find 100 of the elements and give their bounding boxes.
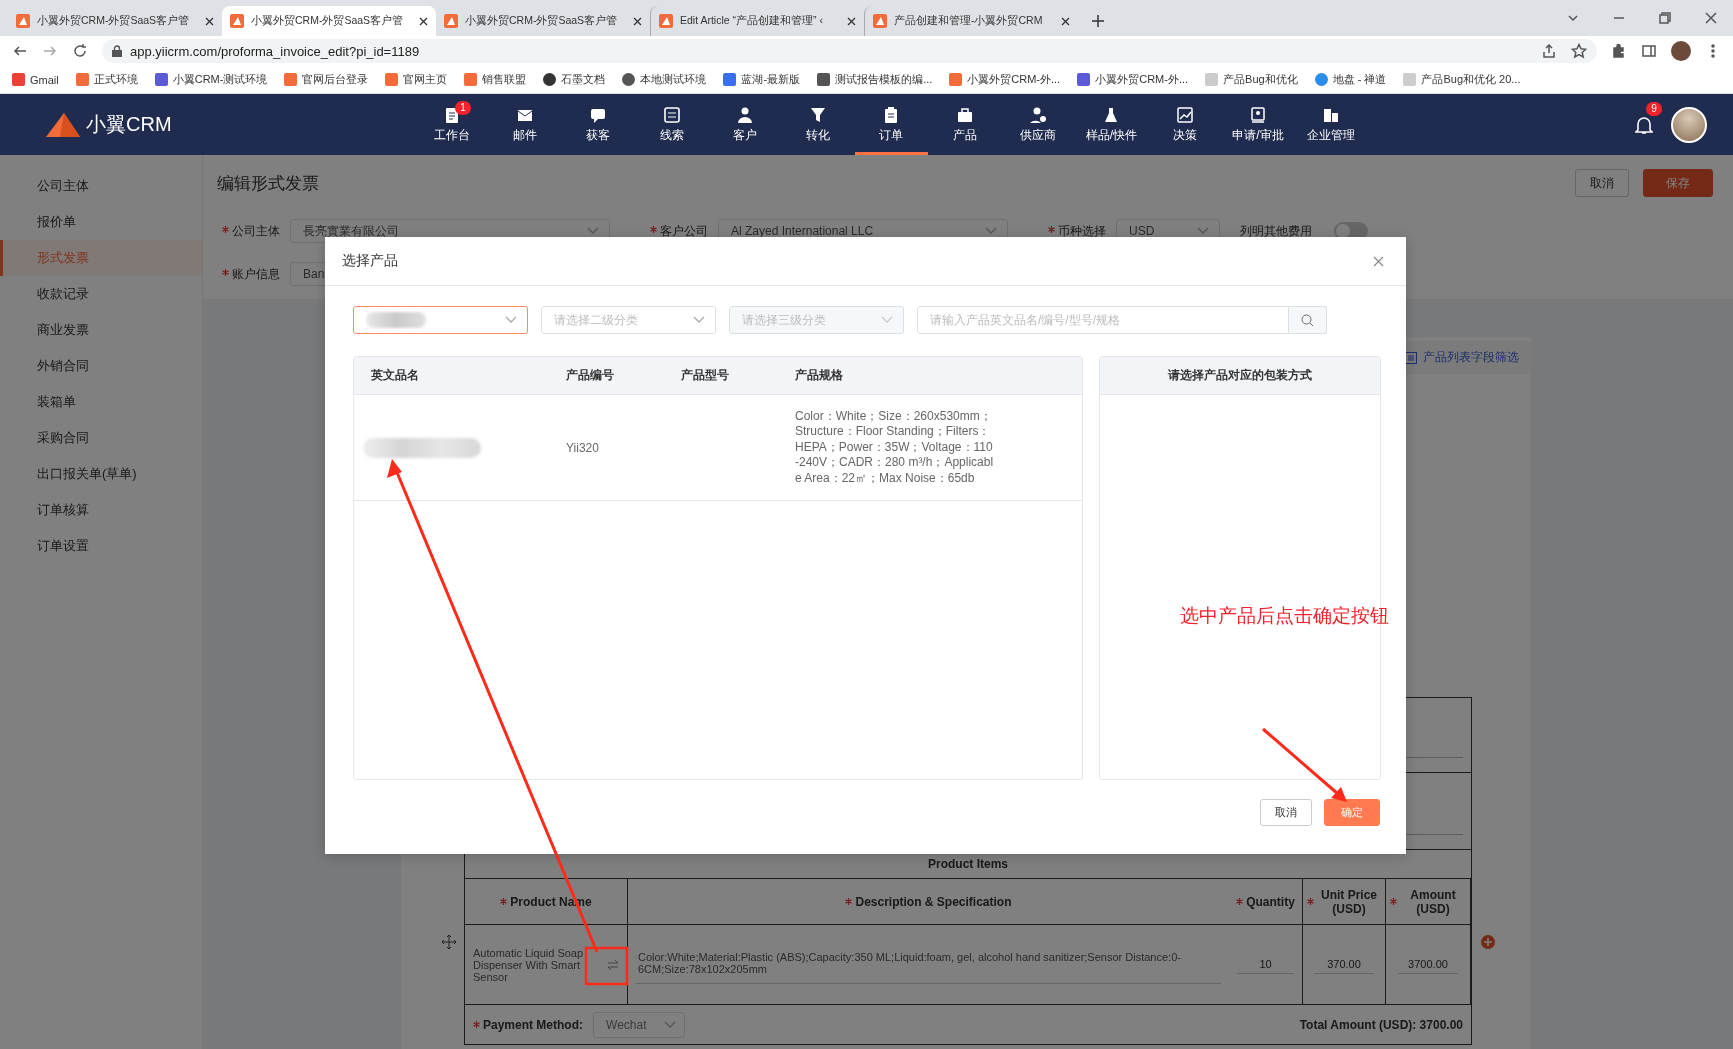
quantity-field[interactable]: 10 [1237, 955, 1294, 974]
sidebar-item[interactable]: 公司主体 [0, 168, 202, 204]
close-icon[interactable] [1061, 16, 1070, 26]
sidebar-item[interactable]: 商业发票 [0, 312, 202, 348]
search-button[interactable] [1289, 306, 1327, 334]
drag-handle-icon[interactable] [441, 935, 456, 949]
nav-tab[interactable]: 客户 [708, 94, 782, 155]
new-tab-icon[interactable] [1092, 15, 1104, 27]
close-icon[interactable] [205, 16, 214, 26]
bookmark-link[interactable]: 地盘 - 禅道 [1332, 72, 1387, 87]
column-header: 产品编号 [566, 367, 615, 384]
caret-icon [985, 227, 997, 235]
bookmark-link[interactable]: 小翼外贸CRM-外... [967, 72, 1061, 87]
amount-field[interactable]: 3700.00 [1398, 955, 1458, 974]
bookmark-link[interactable]: 小翼外贸CRM-外... [1095, 72, 1189, 87]
column-header: 英文品名 [370, 367, 420, 384]
search-icon [1301, 313, 1314, 327]
field-label: 账户信息 [217, 265, 290, 283]
nav-tab[interactable]: 供应商 [1001, 94, 1075, 155]
bookmark-link[interactable]: 测试报告模板的编... [835, 72, 933, 87]
sidebar-item[interactable]: 出口报关单(草单) [0, 456, 202, 492]
caret-icon [693, 316, 705, 324]
bookmark-link[interactable]: 蓝湖-最新版 [741, 72, 801, 87]
nav-tab[interactable]: 线索 [634, 94, 709, 155]
sidebar-icon[interactable] [1641, 43, 1657, 59]
cancel-button[interactable]: 取消 [1260, 799, 1312, 826]
puzzle-icon[interactable] [1611, 43, 1627, 59]
bookmark-icon [1205, 73, 1219, 86]
cancel-button[interactable]: 取消 [1575, 169, 1629, 197]
bookmark-icon [1314, 73, 1328, 86]
star-icon[interactable] [1571, 43, 1587, 59]
bookmark-icon [385, 73, 399, 86]
description-field[interactable]: Color:White;Material:Plastic (ABS);Capacity:350 ML;Liquid:foam, gel, alcohol hand sanitizer;Sensor Distance:0-6CM;Size:78x102x205mm [636, 945, 1221, 984]
search-field[interactable]: 请输入产品英文品名/编号/型号/规格 [917, 306, 1289, 334]
bookmark-link[interactable]: Gmail [30, 73, 59, 86]
sidebar-item[interactable]: 订单核算 [0, 492, 202, 528]
bookmark-link[interactable]: 本地测试环境 [640, 72, 707, 87]
nav-tab[interactable]: 邮件 [488, 94, 562, 155]
nav-tab[interactable]: 企业管理 [1294, 94, 1368, 155]
nav-tab[interactable]: 工作台 1 [415, 94, 489, 155]
reload-icon[interactable] [72, 43, 88, 59]
funnel-icon [809, 105, 828, 124]
bookmark-link[interactable]: 正式环境 [93, 72, 138, 87]
restore-icon[interactable] [1657, 10, 1673, 26]
address-bar[interactable]: app.yiicrm.com/proforma_invoice_edit?pi_id=1189 [102, 39, 1597, 63]
app-favicon-icon [659, 14, 673, 28]
browser-tab[interactable]: 小翼外贸CRM-外贸SaaS客户管 [222, 6, 436, 36]
total-amount: Total Amount (USD): 3700.00 [1299, 1017, 1463, 1032]
nav-tab[interactable]: 获客 [561, 94, 635, 155]
sidebar-item[interactable]: 装箱单 [0, 384, 202, 420]
sidebar-item[interactable]: 采购合同 [0, 420, 202, 456]
nav-tab[interactable]: 产品 [928, 94, 1002, 155]
close-icon[interactable] [847, 16, 856, 26]
bookmark-link[interactable]: 小翼CRM-测试环境 [172, 72, 268, 87]
close-icon[interactable] [419, 16, 428, 26]
bookmark-link[interactable]: 产品Bug和优化 [1223, 72, 1298, 87]
table-cell: Color：White；Size：260x530mm；Structure：Floor Standing；Filters：HEPA；Power：35W；Voltage：110-240V；CADR：280 m³/h；Applicable Area：22㎡；Max Noise：65db [795, 408, 995, 487]
bookmark-link[interactable]: 产品Bug和优化 20... [1421, 72, 1521, 87]
swap-icon[interactable] [607, 959, 619, 970]
bell-icon[interactable] [1635, 114, 1653, 135]
sidebar-item[interactable]: 收款记录 [0, 276, 202, 312]
select-field[interactable] [353, 306, 528, 334]
highlight-box [584, 946, 629, 986]
bookmark-icon [284, 73, 298, 86]
briefcase-icon [955, 105, 974, 124]
bookmark-icon [622, 73, 636, 86]
badge: 1 [455, 101, 471, 115]
unit-price-field[interactable]: 370.00 [1314, 955, 1374, 974]
bookmark-link[interactable]: 官网后台登录 [302, 72, 369, 87]
column-header: Amount (USD) [1409, 887, 1457, 916]
bookmark-icon [75, 73, 89, 86]
browser-tab[interactable]: 小翼外贸CRM-外贸SaaS客户管 [436, 6, 650, 36]
bookmark-link[interactable]: 销售联盟 [482, 72, 527, 87]
bookmark-icon [12, 73, 25, 86]
sidebar-item[interactable]: 订单设置 [0, 528, 202, 564]
caret-icon [881, 316, 893, 324]
sidebar-item[interactable]: 报价单 [0, 204, 202, 240]
close-icon[interactable] [1703, 10, 1719, 26]
close-icon[interactable] [633, 16, 642, 26]
bookmark-link[interactable]: 官网主页 [403, 72, 448, 87]
nav-tab[interactable]: 申请/审批 [1221, 94, 1295, 155]
logo-text: 小翼CRM [86, 112, 172, 137]
bookmark-icon [464, 73, 478, 86]
nav-tab[interactable]: 决策 [1147, 94, 1222, 155]
add-icon[interactable] [1480, 935, 1495, 949]
person-icon [735, 105, 754, 124]
nav-tab[interactable]: 转化 [781, 94, 855, 155]
user-avatar[interactable] [1671, 106, 1707, 143]
bookmark-link[interactable]: 石墨文档 [561, 72, 606, 87]
browser-tab[interactable]: 小翼外贸CRM-外贸SaaS客户管 [8, 6, 222, 36]
field-label: 客户公司 [645, 222, 718, 240]
nav-tab[interactable]: 样品/快件 [1074, 94, 1148, 155]
app-favicon-icon [16, 14, 30, 28]
profile-avatar[interactable] [1671, 41, 1691, 61]
bookmark-icon [154, 73, 168, 86]
field-label: 公司主体 [217, 222, 290, 240]
sidebar-item[interactable]: 外销合同 [0, 348, 202, 384]
chart-icon [1175, 105, 1194, 124]
share-icon[interactable] [1541, 43, 1557, 59]
product-row[interactable]: Yii320 Color：White；Size：260x530mm；Structure：Floor Standing；Filters：HEPA；Power：35W；Voltage：110-240V；CADR：280 m³/h；Applicable Area：22㎡；Max Noise：65db [354, 395, 1082, 501]
